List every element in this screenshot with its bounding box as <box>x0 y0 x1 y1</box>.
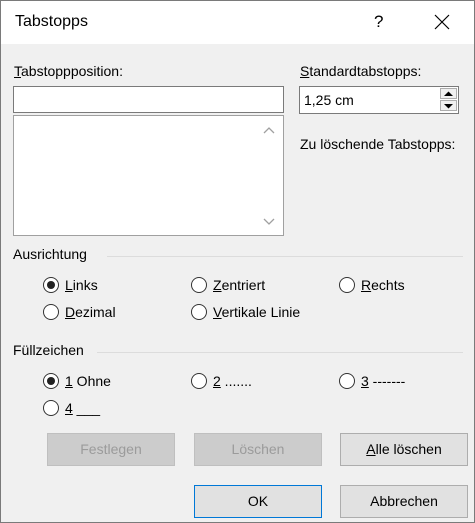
radio-leader-1[interactable] <box>43 373 59 389</box>
radio-vertikale-linie[interactable] <box>191 304 207 320</box>
standard-label: Standardtabstopps: <box>300 63 422 79</box>
tabposition-label-text: abstoppposition: <box>21 63 123 79</box>
standard-tabs-field[interactable]: 1,25 cm <box>299 86 459 114</box>
tabs-dialog: Tabstopps ? Tabstoppposition: Standardta… <box>0 0 475 523</box>
radio-links[interactable] <box>43 277 59 293</box>
radio-dezimal[interactable] <box>43 304 59 320</box>
radio-rechts-label[interactable]: Rechts <box>361 277 405 293</box>
radio-dezimal-label[interactable]: Dezimal <box>65 304 116 320</box>
scroll-down-icon[interactable] <box>263 218 275 226</box>
scroll-up-icon[interactable] <box>263 126 275 134</box>
clear-all-button[interactable]: Alle löschen <box>340 433 468 466</box>
radio-leader-2-label[interactable]: 2 ....... <box>213 373 252 389</box>
ok-button[interactable]: OK <box>194 485 322 518</box>
radio-leader-3-label[interactable]: 3 ------- <box>361 373 405 389</box>
radio-leader-3[interactable] <box>339 373 355 389</box>
radio-links-label[interactable]: Links <box>65 277 98 293</box>
radio-zentriert[interactable] <box>191 277 207 293</box>
set-button[interactable]: Festlegen <box>47 433 175 466</box>
alignment-group-title: Ausrichtung <box>13 246 87 262</box>
close-button[interactable] <box>427 7 457 37</box>
radio-leader-4[interactable] <box>43 400 59 416</box>
help-button[interactable]: ? <box>374 12 383 32</box>
spin-down-button[interactable] <box>440 100 457 111</box>
radio-leader-2[interactable] <box>191 373 207 389</box>
radio-leader-1-label[interactable]: 1 Ohne <box>65 373 111 389</box>
close-icon <box>434 14 450 30</box>
cancel-button[interactable]: Abbrechen <box>340 485 468 518</box>
standard-tabs-value: 1,25 cm <box>304 92 354 108</box>
tabposition-input[interactable] <box>13 86 284 113</box>
dialog-title: Tabstopps <box>15 13 88 30</box>
alignment-divider <box>107 256 463 257</box>
spin-up-icon <box>444 91 453 96</box>
leader-divider <box>97 352 463 353</box>
spin-buttons <box>440 88 457 112</box>
radio-leader-4-label[interactable]: 4 ___ <box>65 400 100 416</box>
radio-zentriert-label[interactable]: Zentriert <box>213 277 265 293</box>
radio-vertikale-linie-label[interactable]: Vertikale Linie <box>213 304 300 320</box>
tabposition-label: Tabstoppposition: <box>14 63 123 79</box>
title-bar: Tabstopps ? <box>1 1 474 44</box>
spin-up-button[interactable] <box>440 88 457 99</box>
clear-tabs-label: Zu löschende Tabstopps: <box>300 136 456 152</box>
leader-group-title: Füllzeichen <box>13 342 84 358</box>
clear-button[interactable]: Löschen <box>194 433 322 466</box>
spin-down-icon <box>444 104 453 109</box>
tabstops-list[interactable] <box>13 115 284 236</box>
radio-rechts[interactable] <box>339 277 355 293</box>
